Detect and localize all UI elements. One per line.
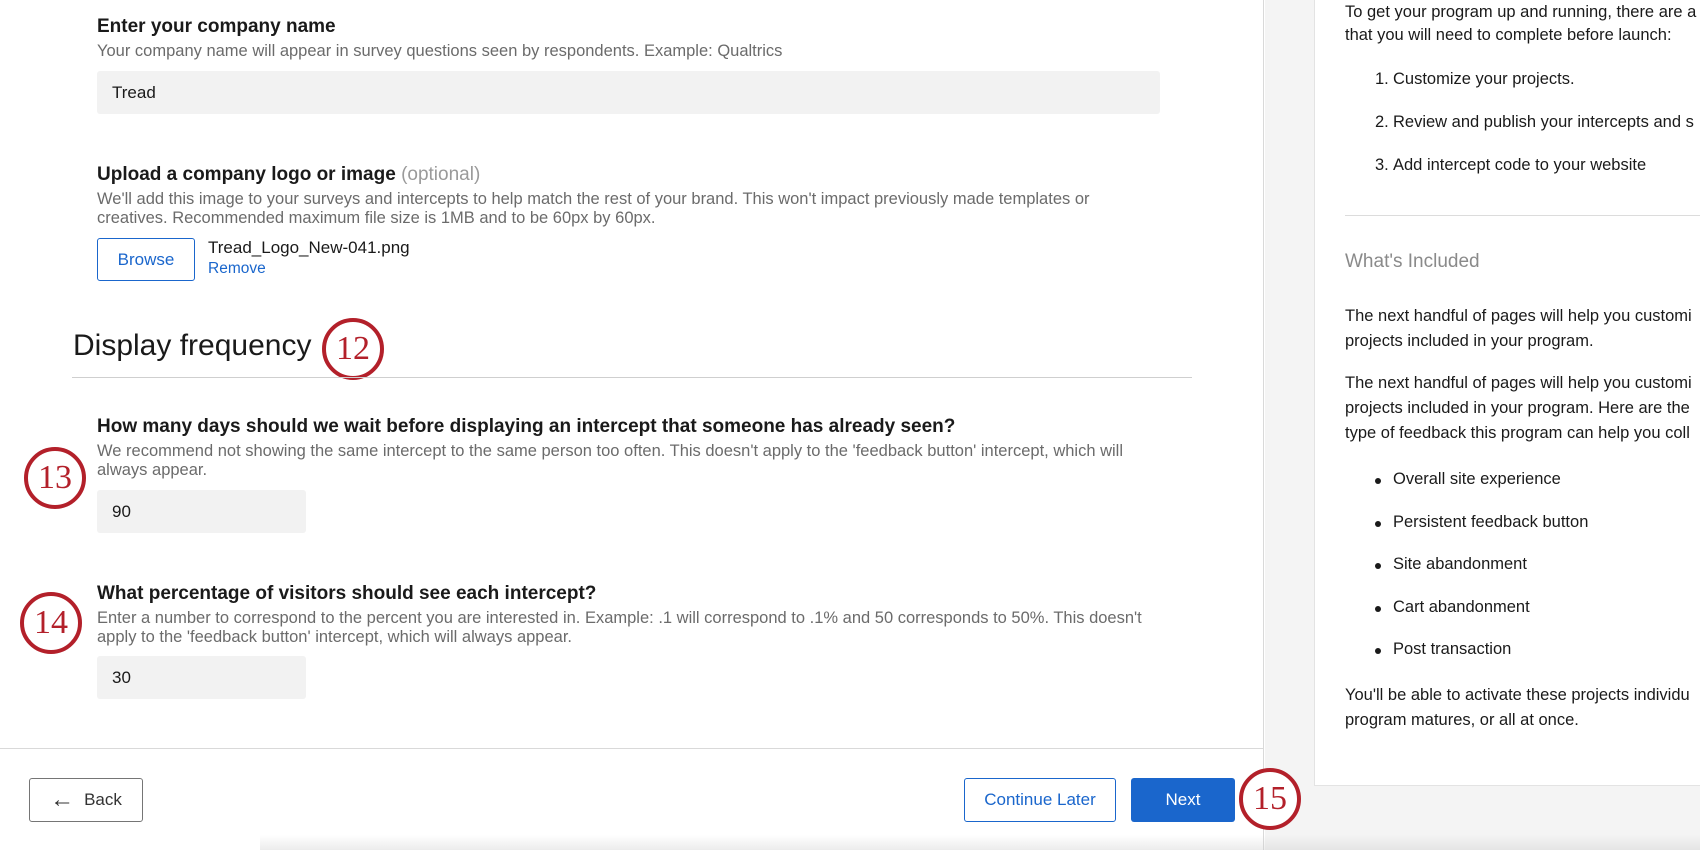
days-wait-help-2: always appear. bbox=[97, 461, 208, 479]
company-name-input[interactable] bbox=[97, 71, 1160, 114]
bullet-icon bbox=[1375, 648, 1381, 654]
bullet-icon bbox=[1375, 606, 1381, 612]
panel-para-2-line-1: The next handful of pages will help you … bbox=[1345, 374, 1692, 392]
back-button-label: Back bbox=[84, 790, 122, 809]
step-item-2: Review and publish your intercepts and s bbox=[1393, 113, 1694, 131]
display-frequency-title: Display frequency bbox=[73, 329, 312, 362]
uploaded-filename: Tread_Logo_New-041.png bbox=[208, 238, 410, 257]
program-info-panel: To get your program up and running, ther… bbox=[1314, 0, 1700, 786]
step-item-1: Customize your projects. bbox=[1393, 70, 1575, 88]
outro-line-1: You'll be able to activate these project… bbox=[1345, 686, 1690, 704]
callout-12: 12 bbox=[322, 318, 384, 380]
whats-included-heading: What's Included bbox=[1345, 251, 1480, 272]
outro-line-2: program matures, or all at once. bbox=[1345, 711, 1579, 729]
bullet-icon bbox=[1375, 521, 1381, 527]
logo-upload-label-text: Upload a company logo or image bbox=[97, 164, 396, 185]
setup-main-panel: Enter your company name Your company nam… bbox=[0, 0, 1264, 850]
arrow-left-icon: ← bbox=[50, 786, 75, 813]
bullet-icon bbox=[1375, 563, 1381, 569]
panel-divider bbox=[1345, 215, 1700, 216]
callout-15: 15 bbox=[1239, 768, 1301, 830]
step-number-3: 3. bbox=[1375, 156, 1389, 174]
logo-upload-help-2: creatives. Recommended maximum file size… bbox=[97, 209, 656, 227]
panel-para-1-line-2: projects included in your program. bbox=[1345, 332, 1594, 350]
days-wait-help-1: We recommend not showing the same interc… bbox=[97, 442, 1123, 460]
visitor-percentage-label: What percentage of visitors should see e… bbox=[97, 583, 597, 604]
included-item-5: Post transaction bbox=[1393, 640, 1512, 658]
step-number-1: 1. bbox=[1375, 70, 1389, 88]
company-name-help: Your company name will appear in survey … bbox=[97, 42, 783, 60]
back-button[interactable]: ← Back bbox=[29, 778, 143, 822]
optional-tag: (optional) bbox=[401, 164, 481, 185]
section-divider bbox=[72, 377, 1192, 378]
bottom-shadow bbox=[260, 835, 1700, 850]
footer-divider bbox=[0, 748, 1264, 749]
step-number-2: 2. bbox=[1375, 113, 1389, 131]
days-wait-input[interactable] bbox=[97, 490, 306, 533]
remove-file-link[interactable]: Remove bbox=[208, 260, 266, 278]
bullet-icon bbox=[1375, 478, 1381, 484]
callout-13: 13 bbox=[24, 447, 86, 509]
browse-button[interactable]: Browse bbox=[97, 238, 195, 281]
included-item-3: Site abandonment bbox=[1393, 555, 1527, 573]
logo-upload-help-1: We'll add this image to your surveys and… bbox=[97, 190, 1090, 208]
next-button[interactable]: Next bbox=[1131, 778, 1235, 822]
included-item-4: Cart abandonment bbox=[1393, 598, 1530, 616]
logo-upload-label: Upload a company logo or image (optional… bbox=[97, 164, 480, 186]
panel-para-2-line-2: projects included in your program. Here … bbox=[1345, 399, 1690, 417]
continue-later-button[interactable]: Continue Later bbox=[964, 778, 1116, 822]
company-name-label: Enter your company name bbox=[97, 16, 336, 37]
included-item-2: Persistent feedback button bbox=[1393, 513, 1589, 531]
visitor-percentage-help-2: apply to the 'feedback button' intercept… bbox=[97, 628, 572, 646]
days-wait-label: How many days should we wait before disp… bbox=[97, 416, 956, 437]
intro-text-2: that you will need to complete before la… bbox=[1345, 26, 1672, 44]
included-item-1: Overall site experience bbox=[1393, 470, 1561, 488]
visitor-percentage-help-1: Enter a number to correspond to the perc… bbox=[97, 609, 1142, 627]
panel-para-1-line-1: The next handful of pages will help you … bbox=[1345, 307, 1692, 325]
callout-14: 14 bbox=[20, 592, 82, 654]
panel-para-2-line-3: type of feedback this program can help y… bbox=[1345, 424, 1690, 442]
visitor-percentage-input[interactable] bbox=[97, 656, 306, 699]
step-item-3: Add intercept code to your website bbox=[1393, 156, 1647, 174]
intro-text-1: To get your program up and running, ther… bbox=[1345, 3, 1697, 21]
